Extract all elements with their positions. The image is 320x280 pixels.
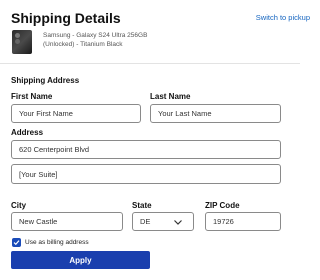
state-select[interactable]: DE [132, 212, 194, 231]
first-name-placeholder: Your First Name [19, 109, 73, 118]
zip-field[interactable]: 19726 [205, 212, 281, 231]
section-divider [0, 63, 300, 64]
city-field[interactable]: New Castle [11, 212, 123, 231]
camera-lens-icon [15, 33, 20, 38]
chevron-down-icon [174, 220, 182, 225]
address-value: 620 Centerpoint Blvd [19, 145, 90, 154]
product-variant: (Unlocked) - Titanium Black [43, 41, 123, 48]
last-name-placeholder: Your Last Name [158, 109, 212, 118]
city-value: New Castle [19, 217, 58, 226]
suite-placeholder: [Your Suite] [19, 169, 58, 179]
apply-button[interactable]: Apply [11, 251, 150, 269]
suite-field[interactable]: [Your Suite] [11, 164, 281, 184]
state-label: State [132, 201, 152, 210]
checkmark-icon [13, 240, 20, 246]
billing-checkbox[interactable] [12, 238, 21, 247]
state-value: DE [140, 217, 151, 226]
switch-to-pickup-link[interactable]: Switch to pickup [256, 13, 310, 22]
page-title: Shipping Details [11, 10, 121, 26]
address-field[interactable]: 620 Centerpoint Blvd [11, 140, 281, 159]
first-name-label: First Name [11, 92, 53, 101]
last-name-field[interactable]: Your Last Name [150, 104, 281, 123]
product-name: Samsung - Galaxy S24 Ultra 256GB [43, 32, 148, 39]
city-label: City [11, 201, 27, 210]
last-name-label: Last Name [150, 92, 191, 101]
address-label: Address [11, 128, 44, 137]
camera-lens-icon [15, 39, 20, 44]
zip-label: ZIP Code [205, 201, 240, 210]
product-image [12, 30, 32, 54]
section-title: Shipping Address [11, 76, 80, 85]
billing-checkbox-label[interactable]: Use as billing address [25, 239, 89, 246]
first-name-field[interactable]: Your First Name [11, 104, 141, 123]
zip-value: 19726 [213, 217, 234, 226]
